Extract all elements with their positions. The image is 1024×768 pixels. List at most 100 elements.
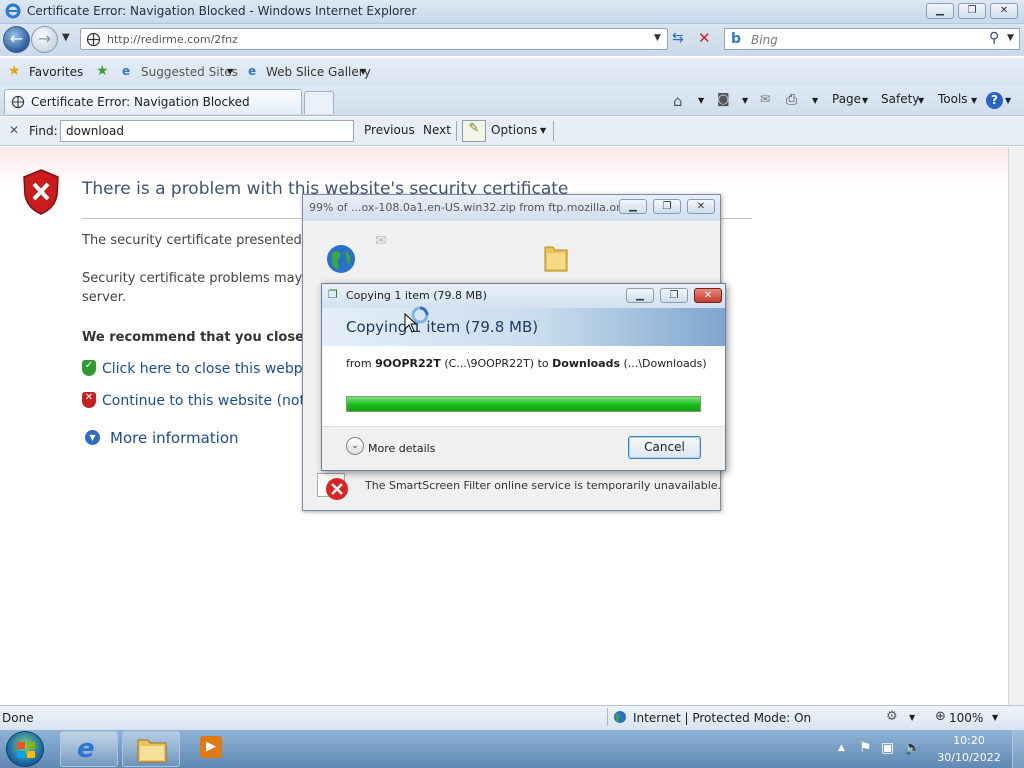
clock-time: 10:20 [953, 734, 985, 747]
expand-icon[interactable]: ▼ [85, 430, 100, 445]
close-find-icon[interactable]: ✕ [9, 123, 19, 137]
favorites-button[interactable]: Favorites [29, 65, 83, 79]
close-button[interactable]: ✕ [687, 199, 715, 214]
maximize-button[interactable]: ❐ [660, 288, 688, 303]
find-previous-button[interactable]: Previous [364, 123, 415, 137]
divider [553, 121, 554, 141]
tools-dropdown-icon[interactable]: ▼ [971, 96, 977, 105]
action-center-flag-icon[interactable]: ⚑ [859, 740, 872, 756]
globe-icon [327, 245, 355, 273]
error-icon [326, 478, 348, 500]
error-shield-icon [23, 169, 59, 215]
minimize-button[interactable]: ▁ [619, 199, 647, 214]
safety-dropdown-icon[interactable]: ▼ [918, 96, 924, 105]
tab-certificate-error[interactable]: Certificate Error: Navigation Blocked [4, 89, 302, 114]
help-icon[interactable]: ? [986, 92, 1003, 109]
new-tab-button[interactable] [304, 91, 334, 114]
find-next-button[interactable]: Next [423, 123, 451, 137]
options-dropdown-icon[interactable]: ▼ [540, 126, 546, 135]
page-icon [86, 32, 101, 47]
zone-dropdown-icon[interactable]: ▼ [909, 713, 915, 722]
media-player-icon: ▶ [200, 736, 222, 758]
copy-dialog[interactable]: ❐ Copying 1 item (79.8 MB) ▁ ❐ ✕ Copying… [321, 283, 726, 471]
mail-icon[interactable]: ✉ [760, 92, 770, 106]
home-dropdown-icon[interactable]: ▼ [698, 96, 704, 105]
page-menu[interactable]: Page [832, 92, 861, 106]
print-dropdown-icon[interactable]: ▼ [812, 96, 818, 105]
search-placeholder: Bing [751, 33, 778, 47]
zoom-icon: ⊕ [935, 709, 946, 724]
green-shield-icon: ✓ [82, 360, 96, 376]
favorites-bar: ★ Favorites ★ e Suggested Sites ▼ e Web … [0, 58, 1024, 86]
find-label: Find: [29, 124, 58, 138]
paper-icon: ✉ [375, 233, 387, 249]
more-information-link[interactable]: More information [110, 429, 239, 447]
suggested-sites-link[interactable]: Suggested Sites [141, 65, 238, 79]
volume-muted-icon[interactable]: 🔈 [904, 740, 921, 756]
chevron-down-icon[interactable]: ⌄ [346, 437, 364, 455]
clock-date: 30/10/2022 [937, 751, 1001, 764]
cancel-button[interactable]: Cancel [628, 436, 701, 459]
back-button[interactable]: ← [3, 26, 30, 53]
clock[interactable]: 10:20 30/10/2022 [934, 734, 1004, 764]
vertical-scrollbar[interactable] [1008, 147, 1024, 705]
copy-dialog-titlebar[interactable]: ❐ Copying 1 item (79.8 MB) ▁ ❐ ✕ [322, 284, 725, 308]
search-box[interactable]: b Bing ⚲ ▼ [724, 28, 1020, 50]
download-dialog-title: 99% of ...ox-108.0a1.en-US.win32.zip fro… [309, 201, 631, 214]
taskbar-ie-button[interactable]: e [60, 731, 118, 767]
network-icon[interactable]: ▣ [881, 740, 894, 756]
find-options-button[interactable]: Options [491, 123, 537, 137]
highlight-icon[interactable]: ✎ [462, 120, 486, 142]
recent-pages-dropdown-icon[interactable]: ▼ [62, 32, 70, 43]
refresh-icon[interactable]: ⇆ [672, 30, 684, 46]
ie-page-icon: e [248, 64, 257, 78]
more-details-button[interactable]: More details [368, 442, 435, 455]
feeds-icon[interactable]: ◙ [717, 92, 730, 107]
zoom-level[interactable]: 100% [949, 711, 983, 725]
close-window-button[interactable]: ✕ [990, 3, 1018, 19]
cert-text-2: Security certificate problems may ind [82, 271, 327, 286]
tools-menu[interactable]: Tools [938, 92, 968, 106]
find-input[interactable]: download [60, 120, 354, 142]
minimize-button[interactable]: ▁ [626, 288, 654, 303]
page-dropdown-icon[interactable]: ▼ [862, 96, 868, 105]
maximize-button[interactable]: ❐ [653, 199, 681, 214]
search-icon[interactable]: ⚲ [989, 30, 999, 46]
feeds-dropdown-icon[interactable]: ▼ [742, 96, 748, 105]
continue-website-link[interactable]: Continue to this website (not rec [102, 393, 331, 409]
safety-menu[interactable]: Safety [881, 92, 919, 106]
zone-settings-icon[interactable]: ⚙ [886, 709, 898, 724]
start-button[interactable] [6, 731, 44, 767]
ie-page-icon: e [122, 64, 131, 78]
add-favorites-icon[interactable]: ★ [96, 63, 109, 79]
show-hidden-icons-icon[interactable]: ▲ [838, 743, 845, 753]
maximize-button[interactable]: ❐ [958, 3, 986, 19]
minimize-button[interactable]: ▁ [926, 3, 954, 19]
close-webpage-link[interactable]: Click here to close this webpage. [102, 361, 333, 377]
copy-source-destination: from 9OOPR22T (C...\9OOPR22T) to Downloa… [346, 357, 707, 370]
show-desktop-button[interactable] [1012, 730, 1024, 768]
web-slice-dropdown-icon[interactable]: ▼ [360, 67, 366, 76]
forward-button[interactable]: → [31, 26, 58, 53]
zoom-dropdown-icon[interactable]: ▼ [992, 713, 998, 722]
status-text: Done [2, 711, 34, 725]
to-name: Downloads [552, 357, 620, 370]
taskbar-explorer-button[interactable] [122, 731, 180, 767]
navigation-bar: ← → ▼ http://redirme.com/2fnz ▼ ⇆ ✕ b Bi… [0, 24, 1024, 56]
print-icon[interactable]: ⎙ [786, 92, 797, 108]
smartscreen-message: The SmartScreen Filter online service is… [365, 479, 722, 492]
web-slice-gallery-link[interactable]: Web Slice Gallery [266, 65, 371, 79]
close-button[interactable]: ✕ [694, 288, 722, 303]
address-bar[interactable]: http://redirme.com/2fnz ▼ [80, 28, 668, 50]
home-icon[interactable]: ⌂ [673, 92, 683, 110]
stop-icon[interactable]: ✕ [698, 29, 711, 47]
bing-icon: b [731, 31, 742, 47]
taskbar-media-player-button[interactable]: ▶ [184, 731, 242, 767]
suggested-sites-dropdown-icon[interactable]: ▼ [227, 67, 233, 76]
help-dropdown-icon[interactable]: ▼ [1005, 96, 1011, 105]
download-dialog-titlebar[interactable]: 99% of ...ox-108.0a1.en-US.win32.zip fro… [303, 195, 720, 221]
title-bar[interactable]: Certificate Error: Navigation Blocked - … [0, 0, 1024, 24]
address-dropdown-icon[interactable]: ▼ [654, 33, 661, 43]
search-dropdown-icon[interactable]: ▼ [1007, 33, 1014, 43]
security-zone[interactable]: Internet | Protected Mode: On [633, 711, 811, 725]
